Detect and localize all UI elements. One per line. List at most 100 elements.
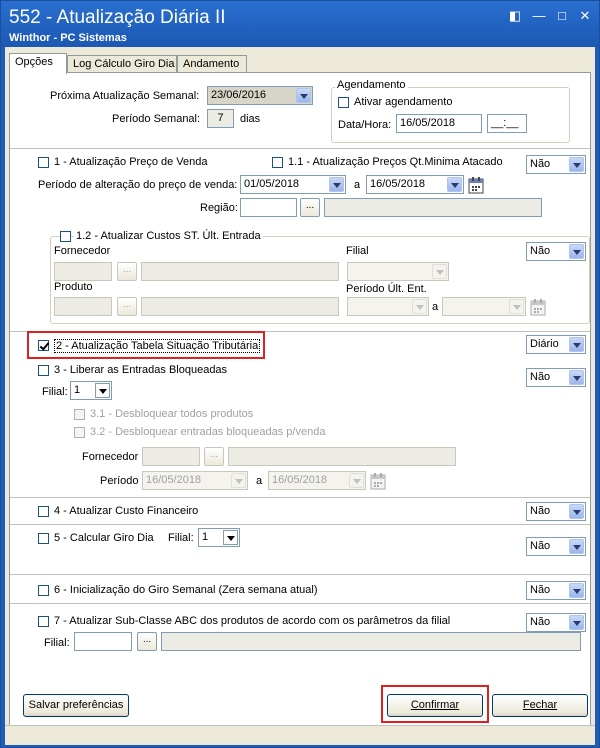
fechar-button[interactable]: Fechar bbox=[492, 694, 588, 717]
tab-log-calculo[interactable]: Log Cálculo Giro Dia bbox=[67, 55, 177, 73]
s3-fornecedor-desc bbox=[228, 447, 456, 466]
agendamento-title: Agendamento bbox=[335, 79, 408, 91]
prox-atualizacao-label: Próxima Atualização Semanal: bbox=[50, 90, 200, 102]
s5-checkbox[interactable] bbox=[38, 533, 49, 544]
tab-andamento[interactable]: Andamento bbox=[177, 55, 247, 73]
s12-fornecedor-desc bbox=[141, 262, 339, 281]
ativar-agendamento-label: Ativar agendamento bbox=[354, 96, 453, 108]
s12-select[interactable]: Não bbox=[526, 242, 586, 261]
chevron-down-icon[interactable] bbox=[349, 473, 364, 488]
s32-checkbox[interactable] bbox=[74, 427, 85, 438]
s7-filial-label: Filial: bbox=[44, 637, 70, 649]
s31-checkbox[interactable] bbox=[74, 409, 85, 420]
s3-checkbox[interactable] bbox=[38, 365, 49, 376]
app-window: 552 - Atualização Diária II Winthor - PC… bbox=[0, 0, 600, 748]
s2-select[interactable]: Diário bbox=[526, 335, 586, 354]
s3-periodo-to[interactable]: 16/05/2018 bbox=[268, 471, 366, 490]
s5-select[interactable]: Não bbox=[526, 537, 586, 556]
chevron-down-icon[interactable] bbox=[296, 88, 311, 103]
help-icon[interactable]: ◧ bbox=[507, 9, 523, 23]
s3-select[interactable]: Não bbox=[526, 368, 586, 387]
chevron-down-icon[interactable] bbox=[432, 264, 447, 279]
s1-regiao-search-button[interactable]: ... bbox=[300, 198, 320, 217]
dias-label: dias bbox=[240, 113, 261, 125]
chevron-down-icon[interactable] bbox=[569, 539, 584, 554]
title-bar[interactable]: 552 - Atualização Diária II Winthor - PC… bbox=[1, 1, 599, 47]
s7-label: 7 - Atualizar Sub-Classe ABC dos produto… bbox=[54, 615, 451, 627]
s1-periodo-label: Período de alteração do preço de venda: bbox=[38, 179, 238, 191]
chevron-down-icon[interactable] bbox=[412, 299, 427, 314]
s3-filial-select[interactable]: 1 bbox=[70, 381, 112, 400]
agendamento-time-input[interactable]: __:__ bbox=[487, 114, 527, 133]
s5-label: 5 - Calcular Giro Dia bbox=[54, 532, 154, 544]
chevron-down-icon[interactable] bbox=[569, 583, 584, 598]
s12-a-label: a bbox=[432, 301, 439, 313]
s32-label: 3.2 - Desbloquear entradas bloqueadas p/… bbox=[90, 426, 326, 438]
minimize-icon[interactable]: — bbox=[531, 9, 547, 23]
datahora-label: Data/Hora: bbox=[338, 119, 392, 131]
s12-checkbox[interactable] bbox=[60, 231, 71, 242]
s12-fornecedor-search-button[interactable]: ... bbox=[117, 262, 137, 281]
s3-periodo-from[interactable]: 16/05/2018 bbox=[142, 471, 248, 490]
s1-to-date[interactable]: 16/05/2018 bbox=[366, 175, 464, 194]
s4-select[interactable]: Não bbox=[526, 502, 586, 521]
s1-select[interactable]: Não bbox=[526, 155, 586, 174]
calendar-icon[interactable] bbox=[468, 176, 484, 194]
chevron-down-icon[interactable] bbox=[569, 504, 584, 519]
s12-filial-select[interactable] bbox=[347, 262, 449, 281]
s11-label: 1.1 - Atualização Preços Qt.Minima Ataca… bbox=[288, 156, 503, 168]
divider bbox=[10, 148, 590, 150]
s1-label: 1 - Atualização Preço de Venda bbox=[54, 156, 208, 168]
divider bbox=[10, 497, 590, 499]
s12-label: 1.2 - Atualizar Custos ST. Últ. Entrada bbox=[74, 230, 263, 242]
chevron-down-icon[interactable] bbox=[569, 244, 584, 259]
calendar-icon[interactable] bbox=[530, 298, 546, 316]
s12-produto-input[interactable] bbox=[54, 297, 112, 316]
chevron-down-icon[interactable] bbox=[329, 177, 344, 192]
s12-fornecedor-input[interactable] bbox=[54, 262, 112, 281]
chevron-down-icon[interactable] bbox=[231, 473, 246, 488]
periodo-semanal-input[interactable]: 7 bbox=[207, 109, 234, 128]
chevron-down-icon[interactable] bbox=[95, 383, 110, 398]
chevron-down-icon[interactable] bbox=[223, 530, 238, 545]
s4-checkbox[interactable] bbox=[38, 506, 49, 517]
chevron-down-icon[interactable] bbox=[569, 370, 584, 385]
calendar-icon[interactable] bbox=[370, 472, 386, 490]
s12-periodo-to[interactable] bbox=[442, 297, 526, 316]
s7-checkbox[interactable] bbox=[38, 616, 49, 627]
agendamento-date-input[interactable]: 16/05/2018 bbox=[396, 114, 482, 133]
chevron-down-icon[interactable] bbox=[569, 337, 584, 352]
s6-checkbox[interactable] bbox=[38, 585, 49, 596]
s5-select-value: Não bbox=[530, 540, 551, 552]
prox-atualizacao-value: 23/06/2016 bbox=[211, 89, 267, 101]
s3-fornecedor-input[interactable] bbox=[142, 447, 200, 466]
s1-regiao-label: Região: bbox=[200, 202, 238, 214]
s3-fornecedor-search-button[interactable]: ... bbox=[204, 447, 224, 466]
s1-checkbox[interactable] bbox=[38, 157, 49, 168]
s7-select[interactable]: Não bbox=[526, 613, 586, 632]
close-icon[interactable]: ✕ bbox=[577, 9, 593, 23]
chevron-down-icon[interactable] bbox=[509, 299, 524, 314]
chevron-down-icon[interactable] bbox=[569, 615, 584, 630]
fechar-label: Fechar bbox=[522, 699, 558, 711]
salvar-preferencias-button[interactable]: Salvar preferências bbox=[23, 694, 129, 717]
s7-filial-search-button[interactable]: ... bbox=[137, 632, 157, 651]
divider bbox=[10, 574, 590, 576]
maximize-icon[interactable]: □ bbox=[554, 9, 570, 23]
options-panel: Próxima Atualização Semanal: 23/06/2016 … bbox=[9, 72, 591, 728]
ativar-agendamento-checkbox[interactable] bbox=[338, 97, 349, 108]
s6-select[interactable]: Não bbox=[526, 581, 586, 600]
prox-atualizacao-select[interactable]: 23/06/2016 bbox=[207, 86, 313, 105]
s11-checkbox[interactable] bbox=[272, 157, 283, 168]
confirmar-button[interactable]: Confirmar bbox=[387, 694, 483, 717]
s7-filial-input[interactable] bbox=[74, 632, 132, 651]
s1-from-date[interactable]: 01/05/2018 bbox=[240, 175, 346, 194]
tab-opcoes[interactable]: Opções bbox=[9, 53, 67, 74]
s12-periodo-from[interactable] bbox=[347, 297, 429, 316]
chevron-down-icon[interactable] bbox=[569, 157, 584, 172]
s5-filial-select[interactable]: 1 bbox=[198, 528, 240, 547]
chevron-down-icon[interactable] bbox=[447, 177, 462, 192]
s1-regiao-input[interactable] bbox=[240, 198, 297, 217]
s2-checkbox[interactable] bbox=[38, 340, 49, 351]
s12-produto-search-button[interactable]: ... bbox=[117, 297, 137, 316]
